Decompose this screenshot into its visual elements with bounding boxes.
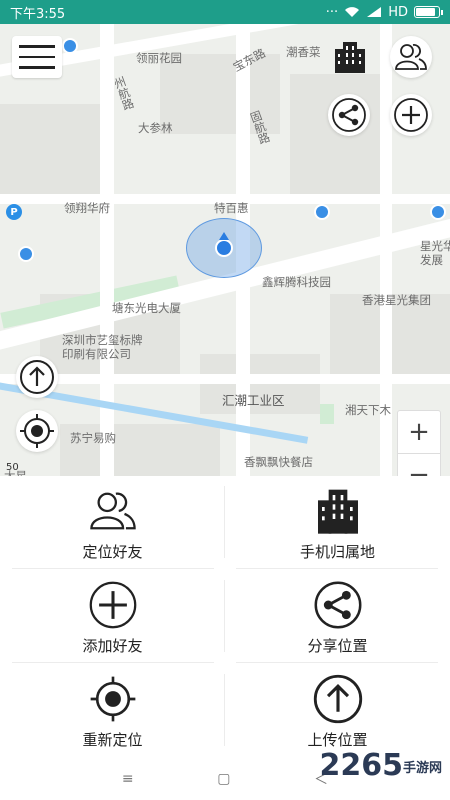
zoom-out-button[interactable]: − <box>398 453 440 476</box>
status-bar: 下午3:55 ··· HD <box>0 0 450 24</box>
map-label: 州航路 <box>111 74 137 112</box>
share-location-button[interactable]: 分享位置 <box>225 570 450 664</box>
relocate-float-button[interactable] <box>16 410 58 452</box>
users-icon <box>89 492 136 529</box>
add-circle-icon <box>89 581 136 628</box>
map-label: 大参林 <box>138 121 173 135</box>
upload-location-button[interactable]: 上传位置 <box>225 664 450 758</box>
map-label: 湘天下木 <box>345 403 391 417</box>
bus-stop-icon <box>18 246 34 262</box>
grid-item-label: 重新定位 <box>82 730 143 749</box>
locate-icon <box>20 414 54 448</box>
hamburger-icon <box>19 45 55 48</box>
building-icon <box>317 489 358 534</box>
add-friend-button[interactable]: 添加好友 <box>0 570 225 664</box>
map-label: 苏宁易购 <box>70 431 116 445</box>
signal-icon <box>367 7 382 17</box>
app-root: 下午3:55 ··· HD P 领丽花园 宝东路 潮香菜 州航路 大参林 固航路… <box>0 0 450 800</box>
grid-item-label: 手机归属地 <box>299 542 375 561</box>
locate-icon <box>90 676 135 721</box>
function-grid: 定位好友 手机归属地 添加好友 分享位置 重新定位 上传位置 <box>0 476 450 758</box>
map-label: 领丽花园 <box>136 51 182 65</box>
zoom-control: + − <box>397 410 441 476</box>
map-label: 香飘飘快餐店 <box>244 455 313 469</box>
menu-button[interactable] <box>12 36 62 78</box>
share-float-button[interactable] <box>328 94 370 136</box>
map-label: 印刷有限公司 <box>62 347 131 361</box>
bus-stop-icon <box>62 38 78 54</box>
add-float-button[interactable] <box>390 94 432 136</box>
wifi-icon <box>345 7 360 17</box>
locate-friends-button[interactable]: 定位好友 <box>0 476 225 570</box>
add-circle-icon <box>394 98 428 132</box>
current-location-marker <box>215 239 233 257</box>
grid-item-label: 分享位置 <box>307 636 368 655</box>
grid-item-label: 定位好友 <box>82 542 143 561</box>
map-label: 塘东光电大厦 <box>112 301 181 315</box>
parking-icon: P <box>6 204 22 220</box>
bus-stop-icon <box>430 204 446 220</box>
friends-float-button[interactable] <box>390 36 432 78</box>
dots-icon: ··· <box>325 4 339 20</box>
home-button[interactable]: ▢ <box>217 771 230 787</box>
network-label: HD <box>388 4 408 20</box>
relocate-button[interactable]: 重新定位 <box>0 664 225 758</box>
upload-float-button[interactable] <box>16 356 58 398</box>
heading-arrow-icon <box>219 232 229 240</box>
phone-location-float-button[interactable] <box>328 36 370 78</box>
map-label: 领翔华府 <box>64 201 110 215</box>
map-label: 鑫辉腾科技园 <box>262 275 331 289</box>
map-label: 汇潮工业区 <box>222 393 285 408</box>
map-label: 特百惠 <box>214 201 249 215</box>
bus-stop-icon <box>314 204 330 220</box>
map-scale: 50 <box>6 462 19 473</box>
upload-circle-icon <box>313 674 362 723</box>
building-icon <box>335 42 365 73</box>
upload-circle-icon <box>20 360 54 394</box>
map-label: 香港星光集团 <box>362 293 431 307</box>
share-circle-icon <box>314 581 361 628</box>
map-view[interactable]: P 领丽花园 宝东路 潮香菜 州航路 大参林 固航路 领翔华府 特百惠 鑫辉腾科… <box>0 24 450 476</box>
map-label: 发展 <box>420 253 443 267</box>
zoom-in-button[interactable]: + <box>398 411 440 453</box>
status-icons: ··· HD <box>325 4 443 20</box>
battery-icon <box>414 6 443 18</box>
recent-apps-button[interactable]: ≡ <box>122 771 134 787</box>
grid-item-label: 上传位置 <box>307 730 368 749</box>
status-time: 下午3:55 <box>10 6 66 22</box>
map-label: 潮香菜 <box>286 45 321 59</box>
users-icon <box>395 44 427 70</box>
watermark-logo: 2265手游网 <box>319 748 442 783</box>
phone-location-button[interactable]: 手机归属地 <box>225 476 450 570</box>
share-circle-icon <box>332 98 366 132</box>
grid-item-label: 添加好友 <box>82 636 143 655</box>
